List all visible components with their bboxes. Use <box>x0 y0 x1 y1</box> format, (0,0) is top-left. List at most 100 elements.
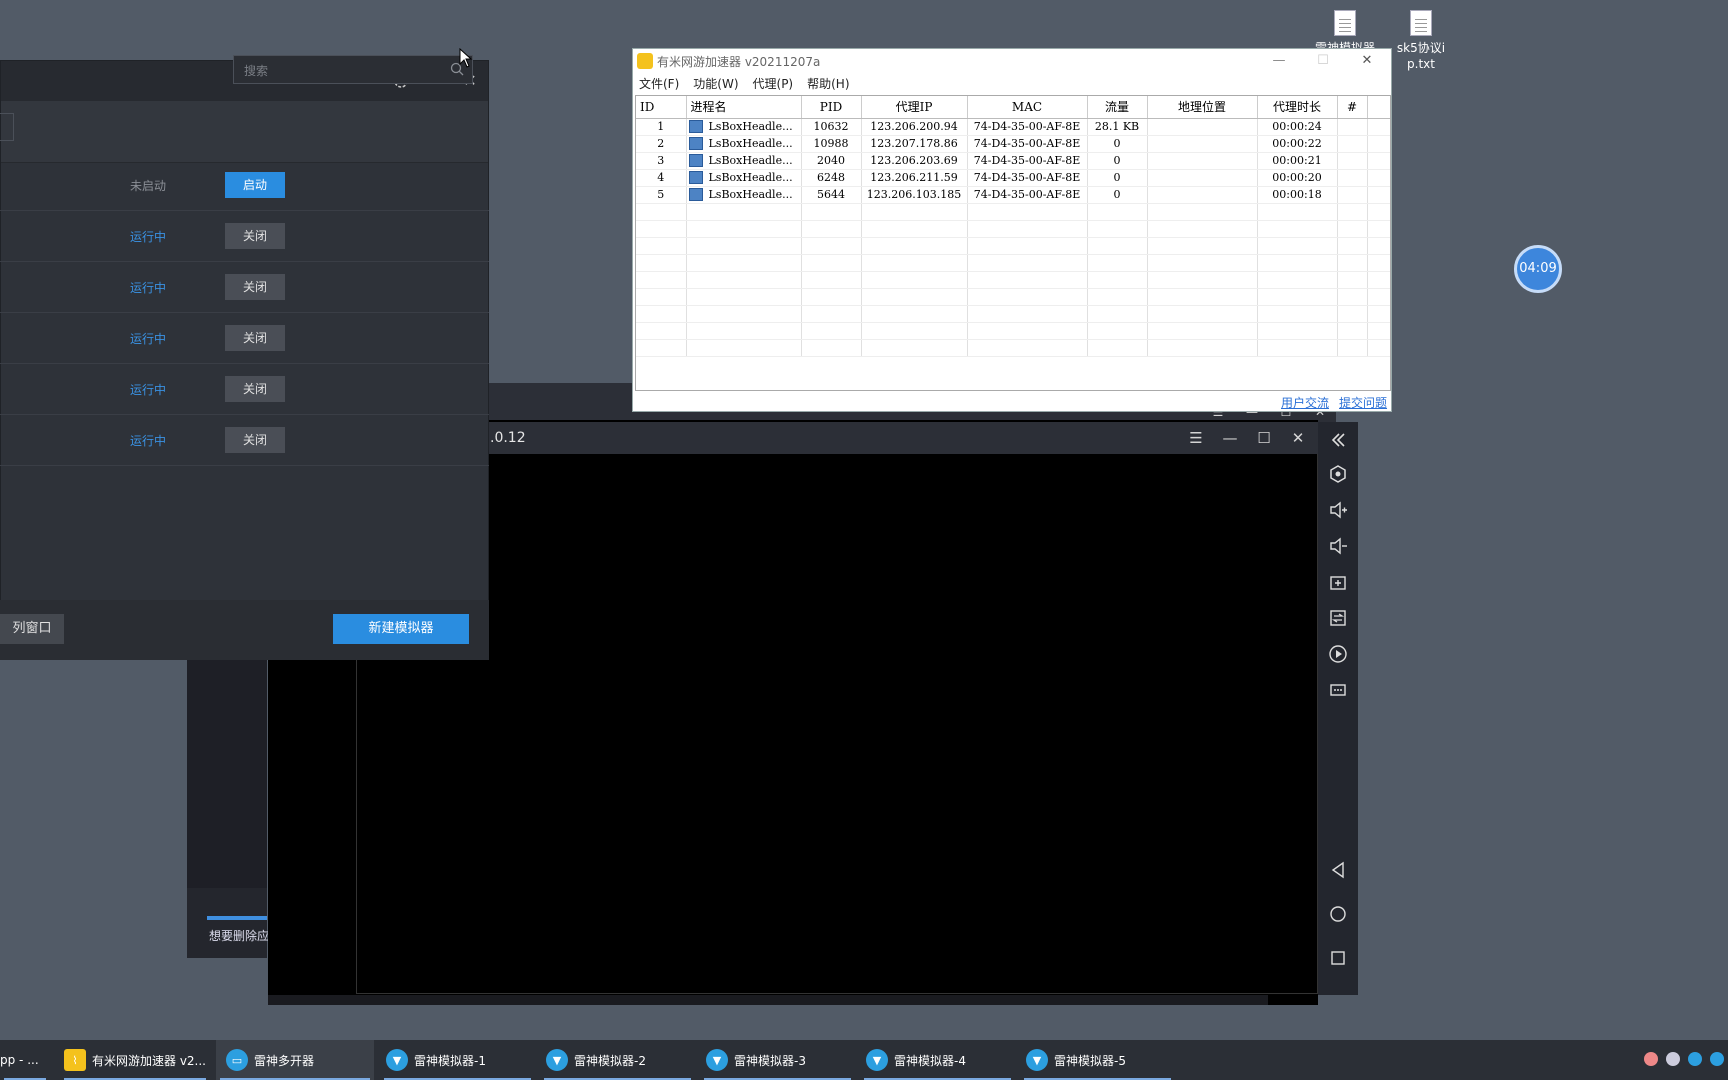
desktop-icon-sk5-txt[interactable]: sk5协议ip.txt <box>1386 10 1456 72</box>
collapse-icon[interactable] <box>1328 430 1348 450</box>
empty-cell <box>1257 220 1338 238</box>
col-traffic[interactable]: 流量 <box>1087 96 1148 119</box>
stop-button[interactable]: 关闭 <box>225 274 285 300</box>
col-proxy-ip[interactable]: 代理IP <box>861 96 968 119</box>
stop-button[interactable]: 关闭 <box>225 376 285 402</box>
process-name: LsBoxHeadle... <box>708 170 793 184</box>
recents-icon[interactable] <box>1328 948 1348 968</box>
cell-hash <box>1337 152 1368 170</box>
taskbar-item[interactable]: pp - ... <box>0 1040 50 1080</box>
emulator-app-icon: ▼ <box>706 1049 728 1071</box>
table-row[interactable]: 3 LsBoxHeadle... 2040 123.206.203.69 74-D4-3… <box>636 152 1390 170</box>
col-hash[interactable]: # <box>1337 96 1368 119</box>
add-window-icon[interactable] <box>1328 572 1348 592</box>
taskbar-item-emulator-3[interactable]: ▼ 雷神模拟器-3 <box>700 1040 855 1080</box>
col-process[interactable]: 进程名 <box>686 96 802 119</box>
clock-bubble[interactable]: 04:09 <box>1514 245 1562 293</box>
cell-empty <box>1367 169 1390 187</box>
empty-cell <box>686 288 802 306</box>
search-input[interactable]: 搜索 <box>233 55 473 84</box>
empty-row <box>636 254 1390 272</box>
empty-cell <box>1147 322 1258 340</box>
hint-text: 想要删除应 <box>209 929 270 943</box>
maximize-icon[interactable]: ☐ <box>1254 428 1274 448</box>
submit-issue-link[interactable]: 提交问题 <box>1339 394 1387 411</box>
filter-dropdown[interactable] <box>0 113 14 141</box>
stop-button[interactable]: 关闭 <box>225 325 285 351</box>
close-icon[interactable]: ✕ <box>1288 428 1308 448</box>
cell-process: LsBoxHeadle... <box>686 118 802 136</box>
emulator-titlebar[interactable]: .0.12 ☰ — ☐ ✕ <box>480 422 1318 454</box>
col-mac[interactable]: MAC <box>967 96 1088 119</box>
sync-icon[interactable] <box>1328 608 1348 628</box>
table-row[interactable]: 5 LsBoxHeadle... 5644 123.206.103.185 74-D4-… <box>636 186 1390 204</box>
empty-cell <box>686 203 802 221</box>
tray-flower-icon[interactable] <box>1644 1052 1658 1066</box>
cell-id: 1 <box>636 118 687 136</box>
emulator-app-icon: ▼ <box>866 1049 888 1071</box>
taskbar-item-emulator-2[interactable]: ▼ 雷神模拟器-2 <box>540 1040 695 1080</box>
stop-button[interactable]: 关闭 <box>225 427 285 453</box>
emulator-app-icon: ▼ <box>1026 1049 1048 1071</box>
menu-icon[interactable]: ☰ <box>1186 428 1206 448</box>
empty-row <box>636 288 1390 306</box>
back-icon[interactable] <box>1328 860 1348 880</box>
empty-cell <box>1087 322 1148 340</box>
empty-cell <box>861 322 968 340</box>
desktop-icon-emulator[interactable]: 雷神模拟器 <box>1310 10 1380 52</box>
col-duration[interactable]: 代理时长 <box>1257 96 1338 119</box>
table-row[interactable]: 4 LsBoxHeadle... 6248 123.206.211.59 74-D4-3… <box>636 169 1390 187</box>
taskbar-item-label: 雷神模拟器-3 <box>734 1053 806 1068</box>
col-id[interactable]: ID <box>636 96 687 119</box>
col-location[interactable]: 地理位置 <box>1147 96 1258 119</box>
play-icon[interactable] <box>1328 644 1348 664</box>
tray-emulator-icon[interactable] <box>1688 1052 1702 1066</box>
start-button[interactable]: 启动 <box>225 172 285 198</box>
empty-cell <box>1257 237 1338 255</box>
emulator-app-icon: ▼ <box>546 1049 568 1071</box>
cell-id: 4 <box>636 169 687 187</box>
taskbar-item-label: 雷神模拟器-5 <box>1054 1053 1126 1068</box>
cell-hash <box>1337 118 1368 136</box>
empty-cell <box>1087 254 1148 272</box>
menu-function[interactable]: 功能(W) <box>693 75 738 92</box>
empty-cell <box>967 288 1088 306</box>
empty-cell <box>686 339 802 357</box>
user-community-link[interactable]: 用户交流 <box>1281 394 1329 411</box>
taskbar-item-emulator-4[interactable]: ▼ 雷神模拟器-4 <box>860 1040 1015 1080</box>
home-icon[interactable] <box>1328 904 1348 924</box>
file-icon <box>1334 10 1356 36</box>
volume-down-icon[interactable] <box>1328 536 1348 556</box>
tray-steam-icon[interactable] <box>1666 1052 1680 1066</box>
empty-cell <box>861 203 968 221</box>
new-emulator-button[interactable]: 新建模拟器 <box>333 614 469 644</box>
settings-icon[interactable] <box>1328 464 1348 484</box>
table-row[interactable]: 2 LsBoxHeadle... 10988 123.207.178.86 74-D4-… <box>636 135 1390 153</box>
taskbar-item-accelerator[interactable]: ⌇ 有米网游加速器 v2... <box>60 1040 210 1080</box>
empty-cell <box>967 271 1088 289</box>
minimize-icon[interactable]: — <box>1269 51 1289 71</box>
arrange-windows-button[interactable]: 列窗口 <box>0 614 64 644</box>
close-icon[interactable]: ✕ <box>1357 51 1377 71</box>
more-icon[interactable] <box>1328 680 1348 700</box>
taskbar-item-emulator-1[interactable]: ▼ 雷神模拟器-1 <box>380 1040 535 1080</box>
tray-emulator-icon[interactable] <box>1710 1052 1724 1066</box>
taskbar-item-label: 有米网游加速器 v2... <box>92 1053 206 1068</box>
stop-button[interactable]: 关闭 <box>225 223 285 249</box>
menu-file[interactable]: 文件(F) <box>639 75 679 92</box>
empty-cell <box>1257 322 1338 340</box>
menu-proxy[interactable]: 代理(P) <box>753 75 794 92</box>
volume-up-icon[interactable] <box>1328 500 1348 520</box>
process-table[interactable]: ID 进程名 PID 代理IP MAC 流量 地理位置 代理时长 # 1 LsBo… <box>635 95 1391 391</box>
taskbar-item-multi-opener[interactable]: ▭ 雷神多开器 <box>216 1040 374 1080</box>
menu-help[interactable]: 帮助(H) <box>807 75 849 92</box>
table-row[interactable]: 1 LsBoxHeadle... 10632 123.206.200.94 74-D4-… <box>636 118 1390 136</box>
col-pid[interactable]: PID <box>801 96 862 119</box>
cell-location <box>1147 135 1258 153</box>
multi-opener-app-icon: ▭ <box>226 1049 248 1071</box>
empty-cell <box>1087 237 1148 255</box>
maximize-icon[interactable]: ☐ <box>1313 51 1333 71</box>
taskbar-item-emulator-5[interactable]: ▼ 雷神模拟器-5 <box>1020 1040 1175 1080</box>
minimize-icon[interactable]: — <box>1220 428 1240 448</box>
accelerator-titlebar[interactable]: 有米网游加速器 v20211207a — ☐ ✕ <box>633 49 1391 73</box>
